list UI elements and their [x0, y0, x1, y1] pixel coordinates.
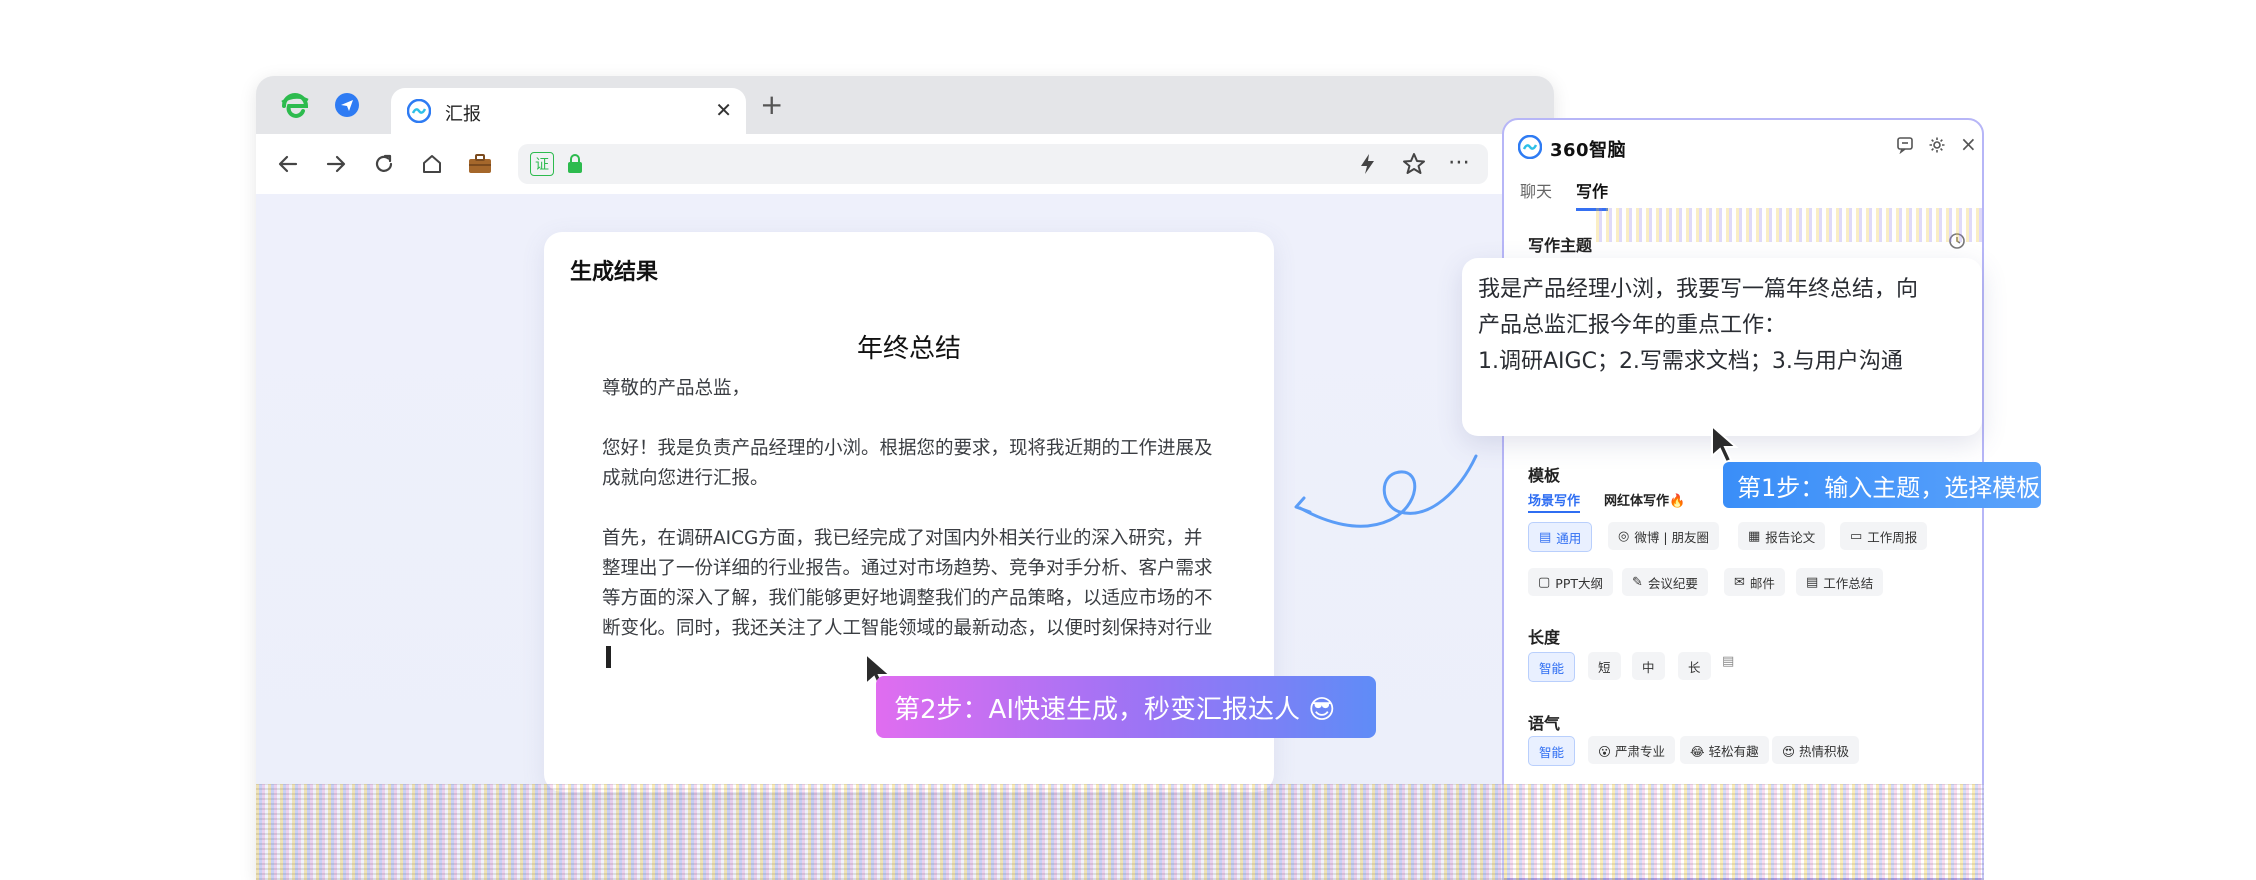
browser-toolbar: 证 ⋯ AI [256, 134, 1554, 194]
step2-callout: 第2步：AI快速生成，秒变汇报达人 😎 [876, 676, 1376, 738]
prompt-line: 产品总监汇报今年的重点工作： [1478, 313, 1787, 338]
prompt-text: 我是产品经理小浏，我要写一篇年终总结，向 产品总监汇报今年的重点工作： 1.调研… [1478, 272, 1968, 380]
doc-paragraph-streaming: 首先，在调研AICG方面，我已经完成了对国内外相关行业的深入研究，并整理出了一份… [602, 524, 1214, 674]
swirl-arrow-icon [1294, 454, 1478, 528]
panel-brand: 360智脑 [1550, 140, 1627, 161]
tone-label: 语气 [1528, 714, 1561, 733]
template-general[interactable]: ▤ 通用 [1528, 522, 1593, 552]
tone-auto[interactable]: 智能 [1528, 736, 1576, 766]
doc-title: 年终总结 [856, 334, 961, 364]
topic-label: 写作主题 [1528, 236, 1593, 255]
length-medium[interactable]: 中 [1632, 652, 1665, 680]
lock-icon [566, 154, 584, 178]
chip-label: 通用 [1556, 530, 1582, 546]
template-ppt[interactable]: ▢ PPT大纲 [1528, 568, 1614, 596]
home-icon[interactable] [414, 146, 450, 182]
ppt-icon: ▢ [1538, 574, 1551, 590]
chip-label: 会议纪要 [1647, 575, 1698, 591]
tone-serious[interactable]: 😮 严肃专业 [1588, 736, 1676, 764]
prompt-line: 我是产品经理小浏，我要写一篇年终总结，向 [1478, 277, 1919, 302]
template-report[interactable]: ▦ 报告论文 [1738, 522, 1826, 550]
star-icon[interactable] [1402, 152, 1426, 180]
tab-favicon-icon [406, 98, 432, 127]
briefcase-icon[interactable] [462, 146, 498, 182]
template-email[interactable]: ✉ 邮件 [1724, 568, 1785, 596]
tab-write[interactable]: 写作 [1576, 178, 1609, 211]
chip-label: 工作周报 [1867, 529, 1918, 545]
step1-callout: 第1步：输入主题，选择模板 [1723, 462, 2041, 508]
result-header: 生成结果 [570, 260, 659, 285]
chip-label: 微博 | 朋友圈 [1634, 529, 1710, 545]
tab-bar: 汇报 ✕ + [256, 76, 1554, 134]
tab-title: 汇报 [445, 104, 481, 125]
report-icon: ▦ [1748, 528, 1761, 544]
settings-gear-icon[interactable] [1928, 136, 1946, 159]
reload-icon[interactable] [366, 146, 402, 182]
back-icon[interactable] [270, 146, 306, 182]
tab-close-icon[interactable]: ✕ [715, 98, 732, 122]
doc-paragraph-text: 首先，在调研AICG方面，我已经完成了对国内外相关行业的深入研究，并整理出了一份… [602, 528, 1213, 639]
prompt-line: 1.调研AIGC；2.写需求文档；3.与用户沟通 [1478, 349, 1903, 374]
custom-length-icon[interactable]: ▤ [1722, 654, 1734, 669]
doc-icon: ▤ [1539, 529, 1552, 545]
panel-tabs: 聊天 写作 [1520, 178, 1609, 211]
new-tab-button[interactable]: + [760, 91, 783, 119]
subtab-influencer[interactable]: 网红体写作🔥 [1604, 490, 1685, 509]
chip-label: 工作总结 [1823, 575, 1874, 591]
brain-logo-icon [1517, 134, 1543, 163]
address-bar[interactable]: 证 ⋯ [518, 144, 1488, 184]
chip-label: PPT大纲 [1555, 575, 1604, 591]
doc-paragraph: 您好！我是负责产品经理的小浏。根据您的要求，现将我近期的工作进展及成就向您进行汇… [602, 438, 1213, 489]
cursor-icon [1711, 424, 1739, 464]
chip-label: 邮件 [1749, 575, 1775, 591]
template-summary[interactable]: ▤ 工作总结 [1796, 568, 1884, 596]
doc-body: 尊敬的产品总监， 您好！我是负责产品经理的小浏。根据您的要求，现将我近期的工作进… [602, 374, 1214, 674]
panel-header: 360智脑 [1517, 134, 1627, 164]
length-long[interactable]: 长 [1678, 652, 1711, 680]
template-weekly[interactable]: ▭ 工作周报 [1840, 522, 1928, 550]
tab-chat[interactable]: 聊天 [1520, 178, 1552, 211]
template-weibo[interactable]: ◎ 微博 | 朋友圈 [1608, 522, 1720, 550]
chip-label: 报告论文 [1765, 529, 1816, 545]
notes-icon: ✎ [1632, 574, 1643, 590]
text-caret [606, 646, 611, 668]
doc-greeting: 尊敬的产品总监， [602, 378, 751, 399]
prompt-bubble: 我是产品经理小浏，我要写一篇年终总结，向 产品总监汇报今年的重点工作： 1.调研… [1462, 258, 1982, 436]
browser-logo-icon[interactable] [280, 90, 310, 120]
glitch-strip [1596, 208, 1982, 242]
weibo-icon: ◎ [1618, 528, 1630, 544]
monitor-icon: ▭ [1850, 528, 1863, 544]
panel-close-icon[interactable]: × [1960, 132, 1977, 156]
length-label: 长度 [1528, 628, 1561, 647]
length-short[interactable]: 短 [1588, 652, 1621, 680]
template-label: 模板 [1528, 466, 1561, 485]
tone-fun[interactable]: 😂 轻松有趣 [1680, 736, 1769, 764]
subtab-scene[interactable]: 场景写作 [1528, 490, 1581, 513]
forward-icon[interactable] [318, 146, 354, 182]
length-auto[interactable]: 智能 [1528, 652, 1576, 682]
feedback-icon[interactable] [1896, 136, 1914, 159]
tab-active[interactable]: 汇报 ✕ [391, 88, 746, 134]
mail-icon: ✉ [1734, 574, 1745, 590]
tone-warm[interactable]: 😍 热情积极 [1772, 736, 1860, 764]
flash-icon[interactable] [1358, 153, 1378, 179]
more-icon[interactable]: ⋯ [1448, 150, 1470, 175]
certificate-icon[interactable]: 证 [530, 152, 554, 176]
glitch-footer [256, 784, 1984, 880]
send-icon[interactable] [332, 90, 362, 120]
template-meeting[interactable]: ✎ 会议纪要 [1622, 568, 1708, 596]
summary-icon: ▤ [1806, 574, 1819, 590]
